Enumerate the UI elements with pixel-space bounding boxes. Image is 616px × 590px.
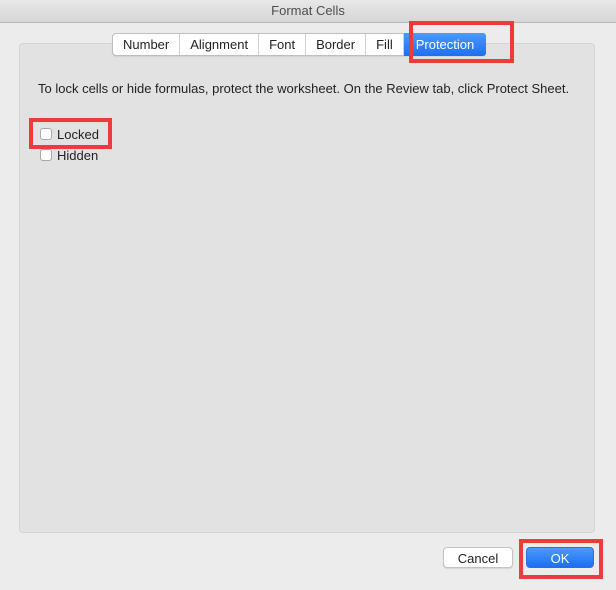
tab-protection[interactable]: Protection <box>403 33 487 56</box>
protection-description: To lock cells or hide formulas, protect … <box>38 81 570 96</box>
locked-checkbox-row[interactable]: Locked <box>40 126 99 142</box>
tab-font[interactable]: Font <box>259 34 307 55</box>
cancel-button[interactable]: Cancel <box>443 547 513 568</box>
tab-number[interactable]: Number <box>113 34 181 55</box>
hidden-checkbox[interactable] <box>40 149 52 161</box>
tab-border[interactable]: Border <box>306 34 367 55</box>
hidden-checkbox-row[interactable]: Hidden <box>40 147 98 163</box>
locked-checkbox[interactable] <box>40 128 52 140</box>
tab-fill[interactable]: Fill <box>366 34 404 55</box>
hidden-label[interactable]: Hidden <box>57 148 98 163</box>
window-title-bar: Format Cells <box>0 0 616 23</box>
tab-bar: Number Alignment Font Border Fill Protec… <box>112 33 487 56</box>
tab-content-panel <box>19 43 595 533</box>
locked-label[interactable]: Locked <box>57 127 99 142</box>
ok-button[interactable]: OK <box>526 547 594 568</box>
window-title: Format Cells <box>271 3 345 18</box>
tab-alignment[interactable]: Alignment <box>180 34 260 55</box>
